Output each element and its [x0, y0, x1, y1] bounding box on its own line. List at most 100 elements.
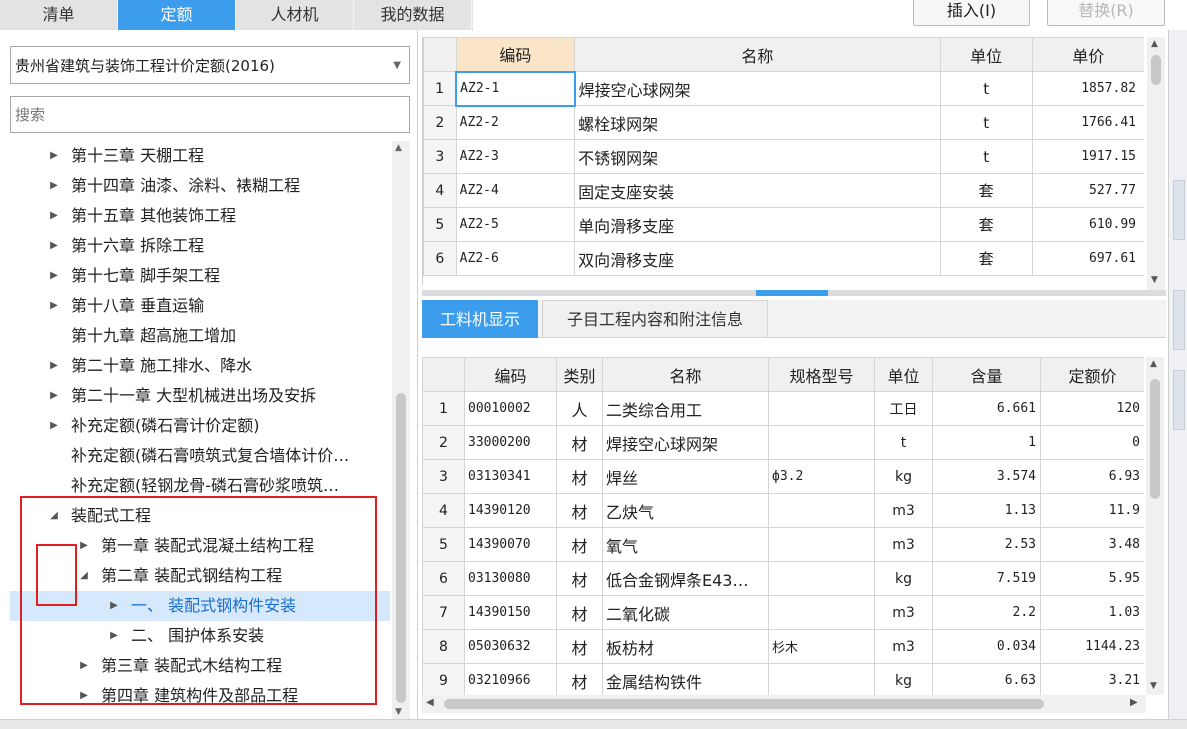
expand-arrow-icon[interactable]: ▶: [47, 141, 61, 171]
tree-item[interactable]: ▶ 补充定额(磷石膏计价定额): [47, 411, 259, 441]
quota-code-cell[interactable]: AZ2-2: [455, 105, 576, 140]
resource-header-quota-price[interactable]: 定额价: [1040, 357, 1144, 392]
quota-row-number[interactable]: 6: [423, 241, 457, 276]
resource-category-cell[interactable]: 材: [556, 425, 603, 460]
resource-grid-vscroll-thumb[interactable]: [1150, 379, 1160, 499]
resource-price-cell[interactable]: 5.95: [1040, 561, 1144, 596]
resource-unit-cell[interactable]: kg: [874, 663, 933, 695]
resource-spec-cell[interactable]: 杉木: [768, 629, 875, 664]
quota-code-cell[interactable]: AZ2-1: [455, 70, 576, 107]
resource-grid-hscroll-thumb[interactable]: [444, 699, 1044, 709]
tree-item[interactable]: ▶ 第十六章 拆除工程: [47, 231, 204, 261]
quota-price-cell[interactable]: 697.61: [1031, 241, 1144, 276]
quota-row[interactable]: 6 AZ2-6 双向滑移支座套 697.61: [423, 241, 1144, 276]
resource-quantity-cell[interactable]: 6.661: [932, 391, 1041, 426]
resource-header-unit[interactable]: 单位: [874, 357, 933, 392]
resource-unit-cell[interactable]: 工日: [874, 391, 933, 426]
quota-code-cell[interactable]: AZ2-4: [455, 173, 576, 208]
tree-item[interactable]: ▶ 第一章 装配式混凝土结构工程: [77, 531, 314, 561]
quota-code-cell[interactable]: AZ2-3: [455, 139, 576, 174]
resource-price-cell[interactable]: 6.93: [1040, 459, 1144, 494]
resource-price-cell[interactable]: 120: [1040, 391, 1144, 426]
resource-price-cell[interactable]: 1144.23: [1040, 629, 1144, 664]
tree-item[interactable]: ▶ 一、 装配式钢构件安装: [10, 591, 390, 621]
tab-resource-display[interactable]: 工料机显示: [422, 300, 538, 338]
quota-name-cell[interactable]: 单向滑移支座: [574, 207, 941, 242]
quota-code-cell[interactable]: AZ2-5: [455, 207, 576, 242]
resource-quantity-cell[interactable]: 7.519: [932, 561, 1041, 596]
quota-row[interactable]: 1 AZ2-1 焊接空心球网架 t 1857.82: [423, 70, 1144, 107]
quota-price-cell[interactable]: 610.99: [1031, 207, 1144, 242]
resource-spec-cell[interactable]: [768, 595, 875, 630]
tree-item[interactable]: ◢ 第二章 装配式钢结构工程: [77, 561, 282, 591]
tree-item[interactable]: 补充定额(磷石膏喷筑式复合墙体计价…: [47, 441, 349, 471]
tree-item[interactable]: ▶ 第二十一章 大型机械进出场及安拆: [47, 381, 316, 411]
quota-unit-cell[interactable]: 套: [939, 241, 1033, 276]
resource-name-cell[interactable]: 二氧化碳: [602, 595, 769, 630]
expand-arrow-icon[interactable]: ▶: [47, 201, 61, 231]
resource-header-category[interactable]: 类别: [556, 357, 603, 392]
quota-name-cell[interactable]: 螺栓球网架: [574, 105, 941, 140]
resource-code-cell[interactable]: 33000200: [464, 425, 557, 460]
quota-price-cell[interactable]: 1766.41: [1031, 105, 1144, 140]
resource-row[interactable]: 8 05030632 材板枋材 杉木 m3 0.034 1144.23: [422, 629, 1144, 664]
collapse-arrow-icon[interactable]: ◢: [77, 561, 91, 591]
quota-library-select[interactable]: 贵州省建筑与装饰工程计价定额(2016) ▼: [10, 46, 410, 84]
quota-price-cell[interactable]: 527.77: [1031, 173, 1144, 208]
quota-name-cell[interactable]: 固定支座安装: [574, 173, 941, 208]
scroll-down-icon[interactable]: ▼: [1150, 681, 1157, 691]
resource-row-number[interactable]: 5: [422, 527, 465, 562]
resource-code-cell[interactable]: 03130080: [464, 561, 557, 596]
resource-code-cell[interactable]: 14390120: [464, 493, 557, 528]
search-input[interactable]: [11, 97, 409, 132]
resource-row-number[interactable]: 8: [422, 629, 465, 664]
expand-arrow-icon[interactable]: ▶: [47, 171, 61, 201]
tree-item[interactable]: ▶ 第三章 装配式木结构工程: [77, 651, 282, 681]
quota-grid-scroll-thumb[interactable]: [1151, 55, 1161, 85]
resource-code-cell[interactable]: 14390150: [464, 595, 557, 630]
quota-row-number[interactable]: 1: [423, 71, 457, 106]
resource-header-quantity[interactable]: 含量: [932, 357, 1041, 392]
resource-price-cell[interactable]: 0: [1040, 425, 1144, 460]
resource-price-cell[interactable]: 3.48: [1040, 527, 1144, 562]
tree-item[interactable]: ▶ 第四章 建筑构件及部品工程: [77, 681, 298, 711]
quota-code-cell[interactable]: AZ2-6: [455, 241, 576, 276]
resource-spec-cell[interactable]: [768, 561, 875, 596]
quota-row[interactable]: 5 AZ2-5 单向滑移支座套 610.99: [423, 207, 1144, 242]
scroll-up-icon[interactable]: ▲: [395, 143, 402, 153]
expand-arrow-icon[interactable]: ▶: [47, 231, 61, 261]
tree-item[interactable]: ▶ 第十七章 脚手架工程: [47, 261, 220, 291]
resource-category-cell[interactable]: 材: [556, 493, 603, 528]
resource-code-cell[interactable]: 03210966: [464, 663, 557, 695]
quota-unit-cell[interactable]: t: [939, 105, 1033, 140]
quota-name-cell[interactable]: 焊接空心球网架: [574, 71, 941, 106]
resource-name-cell[interactable]: 板枋材: [602, 629, 769, 664]
resource-quantity-cell[interactable]: 1.13: [932, 493, 1041, 528]
resource-grid-vscrollbar[interactable]: ▲ ▼: [1146, 357, 1164, 695]
resource-code-cell[interactable]: 03130341: [464, 459, 557, 494]
insert-button[interactable]: 插入(I): [913, 0, 1030, 26]
resource-quantity-cell[interactable]: 2.2: [932, 595, 1041, 630]
quota-row-number[interactable]: 5: [423, 207, 457, 242]
scroll-down-icon[interactable]: ▼: [395, 707, 402, 717]
panel-splitter[interactable]: [422, 290, 1166, 296]
search-field[interactable]: [10, 96, 410, 133]
tree-item[interactable]: 第十九章 超高施工增加: [47, 321, 236, 351]
resource-category-cell[interactable]: 材: [556, 459, 603, 494]
expand-arrow-icon[interactable]: ▶: [47, 411, 61, 441]
tree-item[interactable]: ▶ 第十五章 其他装饰工程: [47, 201, 236, 231]
tab-bill[interactable]: 清单: [0, 0, 118, 30]
resource-name-cell[interactable]: 焊接空心球网架: [602, 425, 769, 460]
resource-row[interactable]: 7 14390150 材二氧化碳 m3 2.2 1.03: [422, 595, 1144, 630]
resource-spec-cell[interactable]: [768, 663, 875, 695]
resource-unit-cell[interactable]: m3: [874, 595, 933, 630]
quota-name-cell[interactable]: 双向滑移支座: [574, 241, 941, 276]
tab-labor-material-machine[interactable]: 人材机: [236, 0, 354, 30]
expand-arrow-icon[interactable]: ▶: [47, 381, 61, 411]
resource-quantity-cell[interactable]: 1: [932, 425, 1041, 460]
scroll-right-icon[interactable]: ▶: [1130, 697, 1138, 708]
tree-item[interactable]: ▶ 第十八章 垂直运输: [47, 291, 204, 321]
scroll-left-icon[interactable]: ◀: [426, 697, 434, 708]
resource-spec-cell[interactable]: [768, 391, 875, 426]
expand-arrow-icon[interactable]: ▶: [77, 531, 91, 561]
